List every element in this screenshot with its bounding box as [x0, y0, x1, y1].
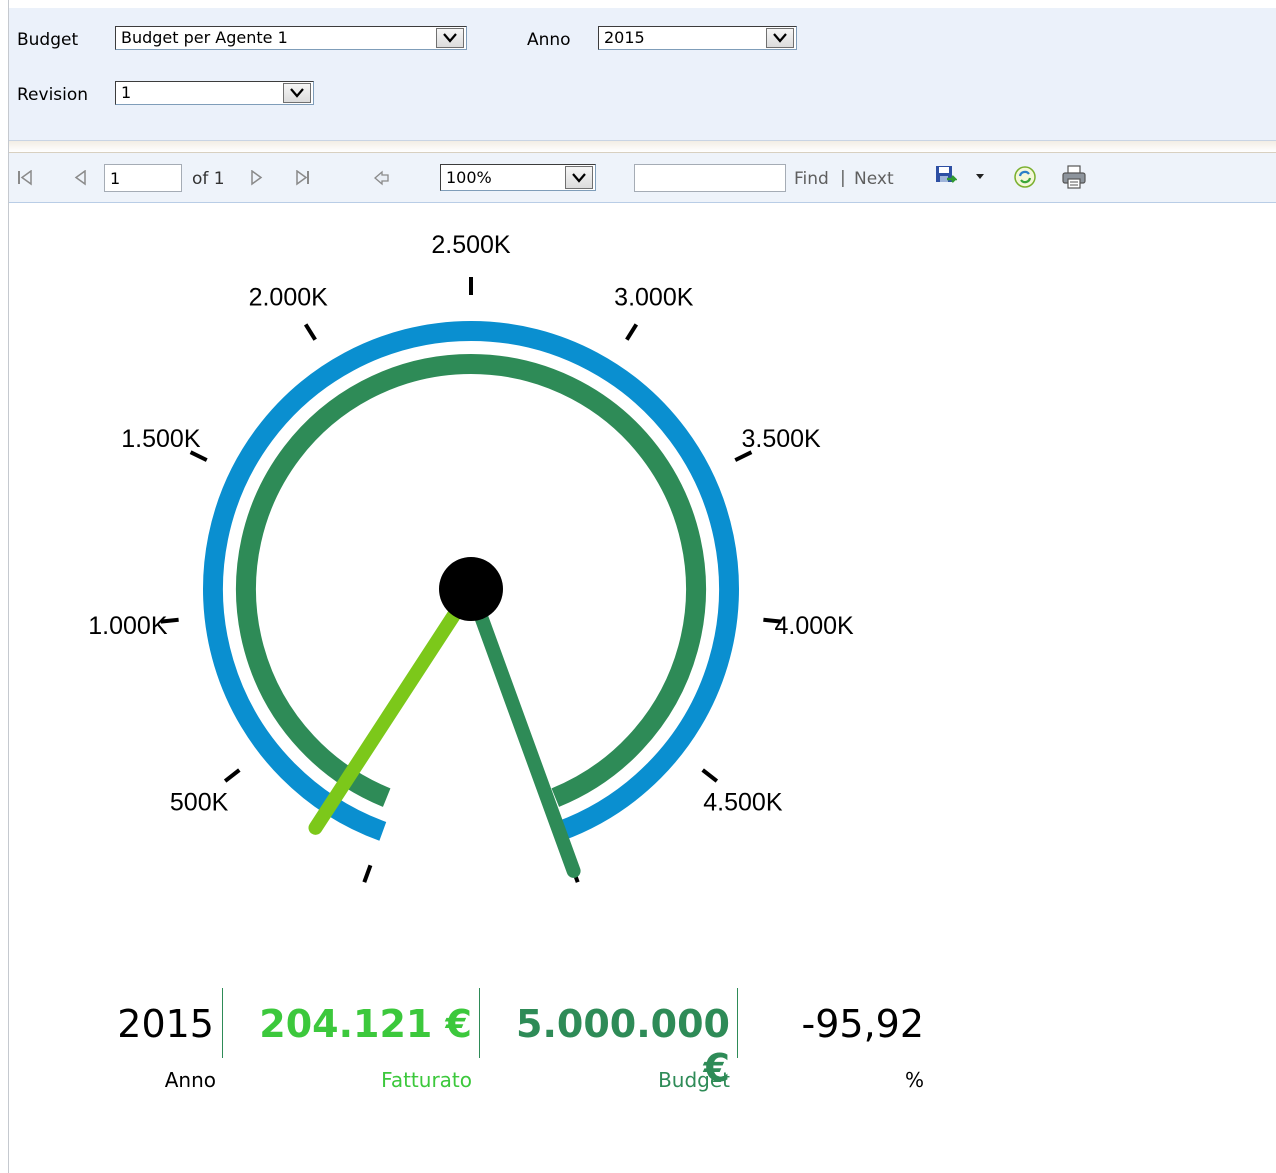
print-icon[interactable] — [1061, 164, 1087, 190]
chevron-down-icon — [572, 173, 586, 183]
zoom-value: 100% — [446, 168, 492, 187]
revision-select-value: 1 — [121, 83, 132, 102]
page-number-value: 1 — [110, 169, 121, 188]
budget-label: Budget — [17, 30, 79, 50]
gauge-tick-label: 2.000K — [249, 283, 329, 311]
summary-divider — [479, 988, 480, 1058]
summary-percent-value: -95,92 — [801, 1002, 925, 1046]
next-link[interactable]: Next — [854, 169, 894, 189]
budget-dropdown-button[interactable] — [436, 28, 464, 48]
gauge-tick-mark — [189, 450, 208, 462]
gauge-tick-label: 2.500K — [431, 231, 511, 259]
revision-select[interactable]: 1 — [115, 81, 314, 105]
summary-budget-label: Budget — [658, 1068, 730, 1092]
summary-divider — [222, 988, 223, 1058]
page-number-input[interactable]: 1 — [104, 164, 182, 192]
export-icon[interactable] — [935, 165, 957, 187]
summary-anno-label: Anno — [164, 1068, 216, 1092]
panel-separator — [9, 141, 1276, 153]
last-page-icon[interactable] — [295, 170, 311, 186]
summary-divider — [737, 988, 738, 1058]
zoom-dropdown-button[interactable] — [565, 166, 593, 189]
gauge-center-cap — [439, 557, 503, 621]
budget-select[interactable]: Budget per Agente 1 — [115, 26, 467, 50]
gauge-tick-mark — [701, 768, 719, 783]
anno-select[interactable]: 2015 — [598, 26, 797, 50]
next-page-icon[interactable] — [250, 170, 264, 186]
gauge-tick-mark — [625, 323, 639, 341]
parameter-panel: Budget Budget per Agente 1 Anno 2015 Rev… — [9, 8, 1276, 141]
prev-page-icon[interactable] — [73, 170, 87, 186]
zoom-select[interactable]: 100% — [440, 164, 596, 191]
chevron-down-icon — [443, 33, 457, 43]
gauge-tick-mark — [303, 323, 317, 341]
summary-anno-value: 2015 — [117, 1002, 214, 1046]
gauge-tick-label: 500K — [170, 788, 229, 816]
budget-select-value: Budget per Agente 1 — [121, 28, 288, 47]
gauge-actual-pointer — [308, 582, 478, 835]
gauge-tick-label: 3.500K — [741, 425, 821, 453]
anno-select-value: 2015 — [604, 28, 645, 47]
revision-label: Revision — [17, 85, 89, 105]
find-input[interactable] — [634, 164, 786, 192]
report-toolbar: 1 of 1 100% Find | Next — [9, 153, 1276, 203]
gauge-tick-mark — [223, 768, 241, 783]
anno-label: Anno — [527, 30, 571, 50]
gauge-tick-label: 3.000K — [614, 283, 694, 311]
chevron-down-icon — [773, 33, 787, 43]
back-icon[interactable] — [373, 170, 391, 186]
summary-fatturato-value: 204.121 € — [259, 1002, 472, 1046]
find-link[interactable]: Find — [794, 169, 829, 189]
summary-fatturato-label: Fatturato — [381, 1068, 472, 1092]
page-count: of 1 — [192, 169, 225, 189]
budget-gauge: 500K 1.000K 1.500K 2.000K 2.500K 3.000K 3.500K… — [88, 231, 854, 883]
gauge-tick-label: 4.000K — [774, 612, 854, 640]
anno-dropdown-button[interactable] — [766, 28, 794, 48]
gauge-tick-mark — [734, 450, 753, 462]
gauge-tick-label: 4.500K — [703, 788, 783, 816]
refresh-icon[interactable] — [1013, 165, 1037, 189]
first-page-icon[interactable] — [17, 170, 33, 186]
dropdown-arrow-icon[interactable] — [975, 173, 985, 181]
gauge-tick-mark — [362, 864, 373, 883]
summary-percent-label: % — [904, 1068, 924, 1092]
gauge-tick-label: 1.500K — [121, 425, 201, 453]
find-next-separator: | — [840, 168, 846, 188]
chevron-down-icon — [290, 88, 304, 98]
revision-dropdown-button[interactable] — [283, 83, 311, 103]
gauge-budget-pointer — [464, 582, 581, 878]
gauge-tick-label: 1.000K — [88, 612, 168, 640]
